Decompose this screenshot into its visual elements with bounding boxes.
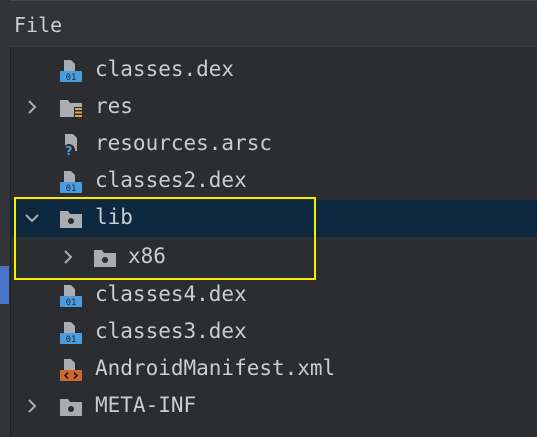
xml-file-icon [58,358,84,382]
chevron-right-icon[interactable] [23,98,41,116]
tree-item-classes4-dex[interactable]: 01 classes4.dex [10,277,537,314]
dex-file-icon: 01 [58,321,84,345]
panel-title: File [14,13,63,37]
panel-header: File [10,0,537,47]
tree-item-lib[interactable]: lib [10,200,537,237]
dex-file-icon: 01 [58,284,84,308]
dex-badge-text: 01 [66,335,77,345]
tree-item-label: classes2.dex [95,168,247,192]
gutter-active-marker [0,266,9,304]
dex-file-icon: 01 [58,59,84,83]
tree-item-label: classes4.dex [95,282,247,306]
project-file-tree-panel: File 01 classes.dex res ? resources.arsc… [0,0,537,437]
tree-item-label: res [95,94,133,118]
tree-item-label: META-INF [95,393,197,417]
tree-item-meta-inf[interactable]: META-INF [10,388,537,425]
tree-item-label: classes3.dex [95,319,247,343]
svg-text:?: ? [66,144,73,157]
chevron-right-icon[interactable] [59,248,77,266]
tree-item-label: classes.dex [95,57,235,81]
tree-item-android-manifest[interactable]: AndroidManifest.xml [10,351,537,388]
tree-item-label: lib [95,205,133,229]
tree-item-label: AndroidManifest.xml [95,356,336,380]
tree-item-x86[interactable]: x86 [10,239,537,276]
resource-folder-icon [58,96,84,120]
tree-item-res[interactable]: res [10,89,537,126]
unknown-file-icon: ? [58,133,84,158]
folder-icon [92,246,118,270]
chevron-down-icon[interactable] [23,209,41,227]
tree-item-label: resources.arsc [95,131,273,155]
folder-icon [58,207,84,231]
dex-badge-text: 01 [66,184,77,194]
chevron-right-icon[interactable] [23,397,41,415]
tree-item-classes3-dex[interactable]: 01 classes3.dex [10,314,537,351]
tree-item-classes-dex[interactable]: 01 classes.dex [10,52,537,89]
dex-badge-text: 01 [66,73,77,83]
dex-badge-text: 01 [66,298,77,308]
tree-item-label: x86 [128,244,166,268]
folder-icon [58,395,84,419]
tree-item-resources-arsc[interactable]: ? resources.arsc [10,126,537,163]
tree-item-classes2-dex[interactable]: 01 classes2.dex [10,163,537,200]
dex-file-icon: 01 [58,170,84,194]
